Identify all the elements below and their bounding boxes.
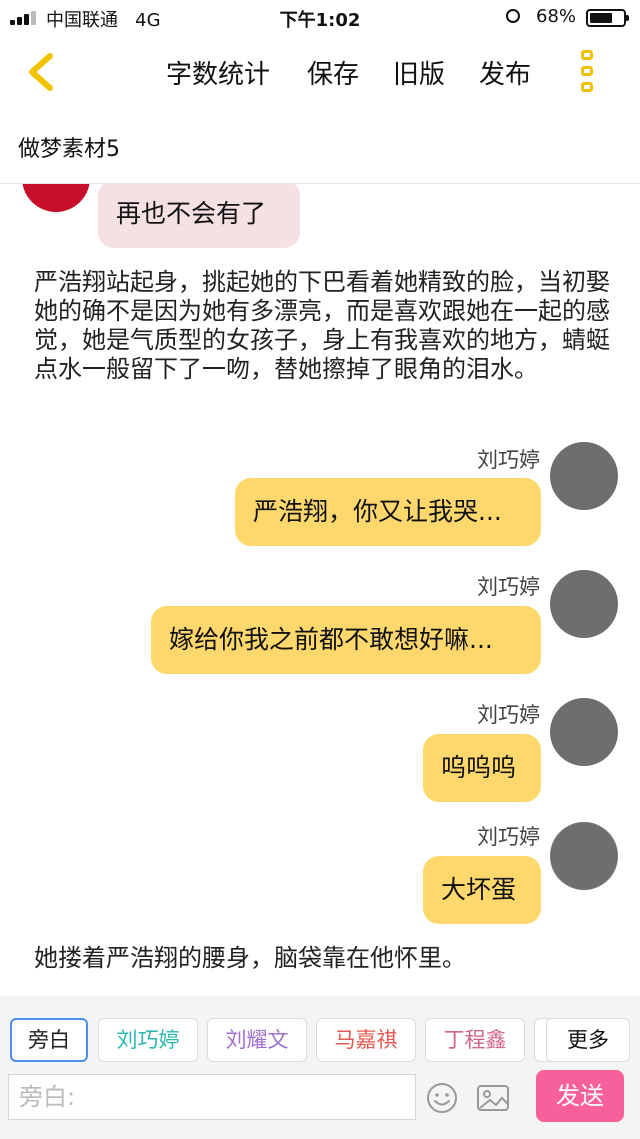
message-bubble-right[interactable]: 呜呜呜 [423,734,541,802]
role-chip-narrator[interactable]: 旁白 [10,1018,88,1062]
publish-button[interactable]: 发布 [479,54,531,91]
role-chip[interactable]: 丁程鑫 [425,1018,525,1062]
role-chip[interactable]: 刘巧婷 [98,1018,198,1062]
speaker-name: 刘巧婷 [477,575,540,599]
message-input[interactable] [9,1075,415,1119]
message-bubble-right[interactable]: 嫁给你我之前都不敢想好嘛... [151,606,541,674]
avatar[interactable] [550,698,618,766]
emoji-icon[interactable] [426,1082,458,1114]
image-icon[interactable] [476,1082,510,1114]
speaker-name: 刘巧婷 [477,825,540,849]
back-arrow-icon[interactable] [22,50,66,94]
compose-toolbar: 旁白 刘巧婷 刘耀文 马嘉祺 丁程鑫 更多 发送 [0,996,640,1139]
message-bubble-right[interactable]: 严浩翔，你又让我哭... [235,478,541,546]
message-bubble-left[interactable]: 再也不会有了 [98,184,300,248]
message-bubble-right[interactable]: 大坏蛋 [423,856,541,924]
role-chip[interactable]: 马嘉祺 [316,1018,416,1062]
battery-percent: 68% [536,6,577,27]
narration-text[interactable]: 她搂着严浩翔的腰身，脑袋靠在他怀里。 [34,944,614,973]
orientation-lock-icon [506,9,520,23]
more-roles-button[interactable]: 更多 [546,1018,630,1062]
speaker-name: 刘巧婷 [477,703,540,727]
document-title: 做梦素材5 [18,137,120,162]
save-button[interactable]: 保存 [307,54,359,91]
role-chip[interactable]: 刘耀文 [207,1018,307,1062]
send-button[interactable]: 发送 [536,1070,624,1122]
avatar[interactable] [22,184,90,212]
avatar[interactable] [550,442,618,510]
word-count-button[interactable]: 字数统计 [166,54,270,91]
old-version-button[interactable]: 旧版 [393,54,445,91]
battery-icon [586,9,629,27]
avatar[interactable] [550,570,618,638]
status-bar: 中国联通 4G 下午1:02 68% [0,0,640,36]
avatar[interactable] [550,822,618,890]
more-menu-icon[interactable] [578,48,600,98]
message-input-box[interactable] [8,1074,416,1120]
chat-content[interactable]: 再也不会有了 严浩翔站起身，挑起她的下巴看着她精致的脸，当初娶她的确不是因为她有… [0,184,640,996]
speaker-name: 刘巧婷 [477,448,540,472]
nav-bar: 字数统计 保存 旧版 发布 [0,36,640,110]
narration-text[interactable]: 严浩翔站起身，挑起她的下巴看着她精致的脸，当初娶她的确不是因为她有多漂亮，而是喜… [34,268,614,384]
